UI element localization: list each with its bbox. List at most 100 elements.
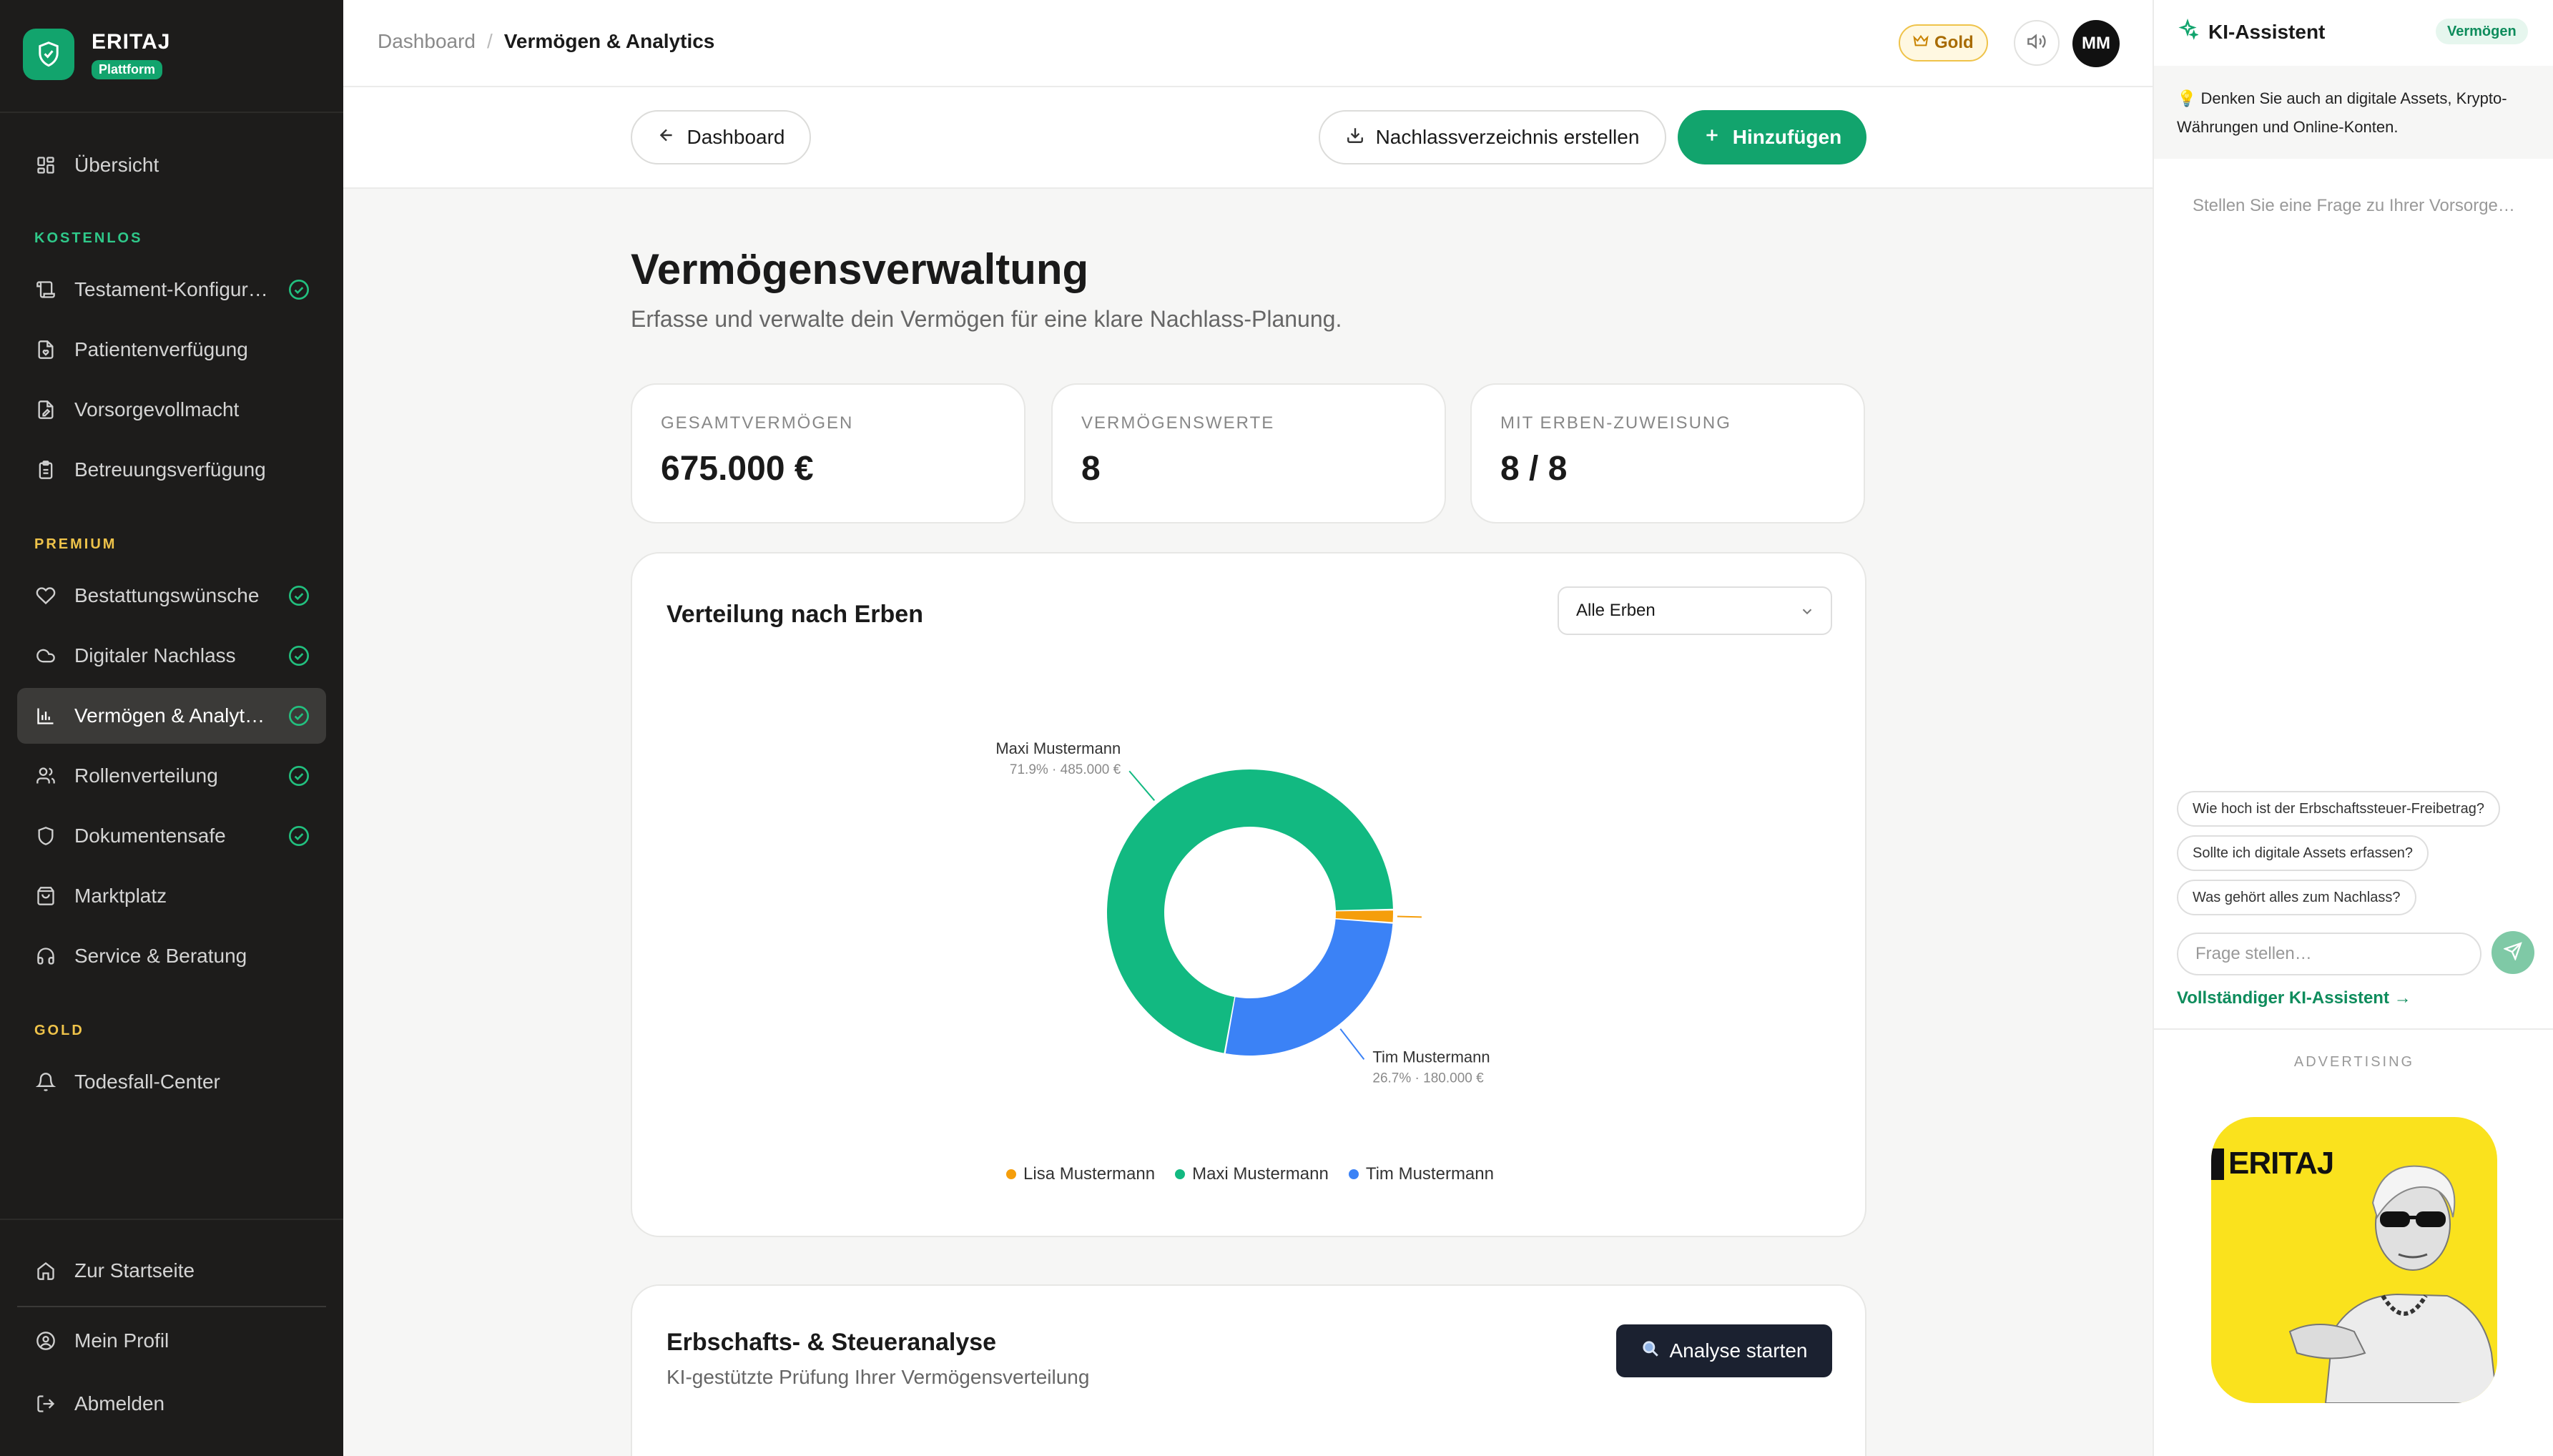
breadcrumb-current: Vermögen & Analytics xyxy=(503,30,715,52)
shield-logo-icon xyxy=(23,29,74,80)
sound-button[interactable] xyxy=(2014,20,2060,66)
bell-icon xyxy=(34,1071,57,1093)
legend-label: Maxi Mustermann xyxy=(1192,1164,1329,1184)
sidebar-item-label: Dokumentensafe xyxy=(74,825,226,847)
stat-label: VERMÖGENSWERTE xyxy=(1081,413,1275,433)
sidebar-item-label: Testament-Konfigur… xyxy=(74,278,268,300)
sidebar-item-vorsorgevollmacht[interactable]: Vorsorgevollmacht xyxy=(17,382,326,438)
sidebar-item-label: Zur Startseite xyxy=(74,1259,195,1282)
sidebar-item-testament[interactable]: Testament-Konfigur… xyxy=(17,262,326,318)
ad-illustration xyxy=(2288,1165,2497,1403)
sidebar: ERITAJ Plattform Übersicht KOSTENLOS Tes… xyxy=(0,0,343,1456)
sidebar-item-label: Bestattungswünsche xyxy=(74,584,260,606)
topbar: Dashboard / Vermögen & Analytics Gold MM xyxy=(343,0,2153,87)
sidebar-item-logout[interactable]: Abmelden xyxy=(17,1376,326,1432)
scroll-icon xyxy=(34,278,57,301)
analysis-subtitle: KI-gestützte Prüfung Ihrer Vermögensvert… xyxy=(666,1366,1090,1388)
sidebar-item-patientenverfuegung[interactable]: Patientenverfügung xyxy=(17,322,326,378)
logout-icon xyxy=(34,1392,57,1415)
speaker-icon xyxy=(2027,31,2047,55)
stat-label: GESAMTVERMÖGEN xyxy=(661,413,854,433)
magnifier-icon xyxy=(1641,1339,1660,1363)
analysis-title: Erbschafts- & Steueranalyse xyxy=(666,1329,997,1356)
page-title: Vermögensverwaltung xyxy=(631,245,1089,293)
check-circle-icon xyxy=(287,825,310,847)
sidebar-item-betreuungsverfuegung[interactable]: Betreuungsverfügung xyxy=(17,442,326,498)
sidebar-item-rollenverteilung[interactable]: Rollenverteilung xyxy=(17,748,326,804)
divider xyxy=(0,112,343,113)
legend-item[interactable]: Lisa Mustermann xyxy=(1006,1164,1155,1184)
start-analysis-label: Analyse starten xyxy=(1669,1339,1808,1362)
sidebar-item-label: Service & Beratung xyxy=(74,945,247,967)
assistant-input[interactable]: Frage stellen… xyxy=(2177,933,2481,975)
sidebar-item-vermoegen-analytics[interactable]: Vermögen & Analyt… xyxy=(17,688,326,744)
legend-item[interactable]: Maxi Mustermann xyxy=(1175,1164,1329,1184)
stat-card-assigned: MIT ERBEN-ZUWEISUNG 8 / 8 xyxy=(1470,383,1865,523)
bar-chart-icon xyxy=(34,704,57,727)
legend-swatch xyxy=(1006,1169,1017,1179)
brand-name: ERITAJ xyxy=(92,29,171,54)
breadcrumb-root[interactable]: Dashboard xyxy=(378,30,476,53)
sidebar-item-home[interactable]: Zur Startseite xyxy=(17,1243,326,1299)
assistant-tip-text: Denken Sie auch an digitale Assets, Kryp… xyxy=(2177,89,2507,136)
divider xyxy=(0,1219,343,1220)
sidebar-item-label: Mein Profil xyxy=(74,1329,169,1352)
leader-line xyxy=(1128,770,1156,801)
add-button[interactable]: Hinzufügen xyxy=(1678,110,1866,164)
lightbulb-icon: 💡 xyxy=(2177,89,2197,107)
sidebar-item-label: Rollenverteilung xyxy=(74,764,218,787)
sidebar-item-profile[interactable]: Mein Profil xyxy=(17,1313,326,1369)
action-bar: Dashboard Nachlassverzeichnis erstellen … xyxy=(343,87,2153,189)
sidebar-item-label: Betreuungsverfügung xyxy=(74,458,266,481)
sidebar-item-dokumentensafe[interactable]: Dokumentensafe xyxy=(17,808,326,864)
assistant-header: KI-Assistent xyxy=(2177,18,2325,45)
check-circle-icon xyxy=(287,644,310,667)
suggestion-chip[interactable]: Sollte ich digitale Assets erfassen? xyxy=(2177,835,2429,871)
suggestion-chip[interactable]: Was gehört alles zum Nachlass? xyxy=(2177,880,2416,915)
advertisement[interactable]: ERITAJ xyxy=(2211,1117,2497,1403)
full-assistant-link[interactable]: Vollständiger KI-Assistent → xyxy=(2177,988,2411,1008)
cloud-icon xyxy=(34,644,57,667)
sidebar-item-marktplatz[interactable]: Marktplatz xyxy=(17,868,326,924)
sidebar-item-digitaler-nachlass[interactable]: Digitaler Nachlass xyxy=(17,628,326,684)
plan-label: Gold xyxy=(1934,33,1974,52)
brand[interactable]: ERITAJ Plattform xyxy=(23,29,170,80)
slice-value-label: 71.9% · 485.000 € xyxy=(1010,762,1121,777)
analysis-card: Erbschafts- & Steueranalyse KI-gestützte… xyxy=(631,1284,1866,1456)
avatar[interactable]: MM xyxy=(2072,20,2120,67)
assistant-panel: KI-Assistent Vermögen 💡 Denken Sie auch … xyxy=(2153,0,2553,1456)
clipboard-icon xyxy=(34,458,57,481)
sidebar-item-overview[interactable]: Übersicht xyxy=(17,137,326,193)
send-button[interactable] xyxy=(2491,931,2534,974)
breadcrumb-separator: / xyxy=(486,30,493,52)
leader-line xyxy=(1397,915,1422,918)
chart-legend: Lisa Mustermann Maxi Mustermann Tim Muster… xyxy=(632,1164,1868,1184)
legend-item[interactable]: Tim Mustermann xyxy=(1348,1164,1494,1184)
shield-icon xyxy=(34,825,57,847)
plan-badge[interactable]: Gold xyxy=(1899,24,1988,62)
slice-value-label: 26.7% · 180.000 € xyxy=(1372,1071,1484,1086)
sidebar-item-bestattungswuensche[interactable]: Bestattungswünsche xyxy=(17,568,326,624)
back-button-label: Dashboard xyxy=(687,126,785,148)
sidebar-item-label: Abmelden xyxy=(74,1392,165,1415)
sidebar-item-todesfall-center[interactable]: Todesfall-Center xyxy=(17,1054,326,1110)
context-badge: Vermögen xyxy=(2436,19,2528,44)
sidebar-item-label: Patientenverfügung xyxy=(74,338,248,360)
divider xyxy=(2154,1028,2553,1030)
sidebar-item-label: Todesfall-Center xyxy=(74,1071,220,1093)
stat-label: MIT ERBEN-ZUWEISUNG xyxy=(1500,413,1731,433)
assistant-tip: 💡 Denken Sie auch an digitale Assets, Kr… xyxy=(2154,66,2553,159)
back-button[interactable]: Dashboard xyxy=(631,110,811,164)
sidebar-item-label: Marktplatz xyxy=(74,885,167,907)
slice-label: Tim Mustermann xyxy=(1372,1048,1490,1066)
sidebar-item-service-beratung[interactable]: Service & Beratung xyxy=(17,928,326,984)
page-subtitle: Erfasse und verwalte dein Vermögen für e… xyxy=(631,306,1342,332)
start-analysis-button[interactable]: Analyse starten xyxy=(1616,1324,1832,1377)
export-button[interactable]: Nachlassverzeichnis erstellen xyxy=(1319,110,1666,164)
assistant-empty-state: Stellen Sie eine Frage zu Ihrer Vorsorge… xyxy=(2193,196,2515,215)
leader-line xyxy=(1339,1028,1365,1061)
donut-slice-tim-mustermann[interactable] xyxy=(1225,919,1393,1056)
suggestion-chip[interactable]: Wie hoch ist der Erbschaftssteuer-Freibe… xyxy=(2177,791,2500,827)
legend-swatch xyxy=(1348,1169,1359,1179)
brand-badge: Plattform xyxy=(92,59,163,79)
